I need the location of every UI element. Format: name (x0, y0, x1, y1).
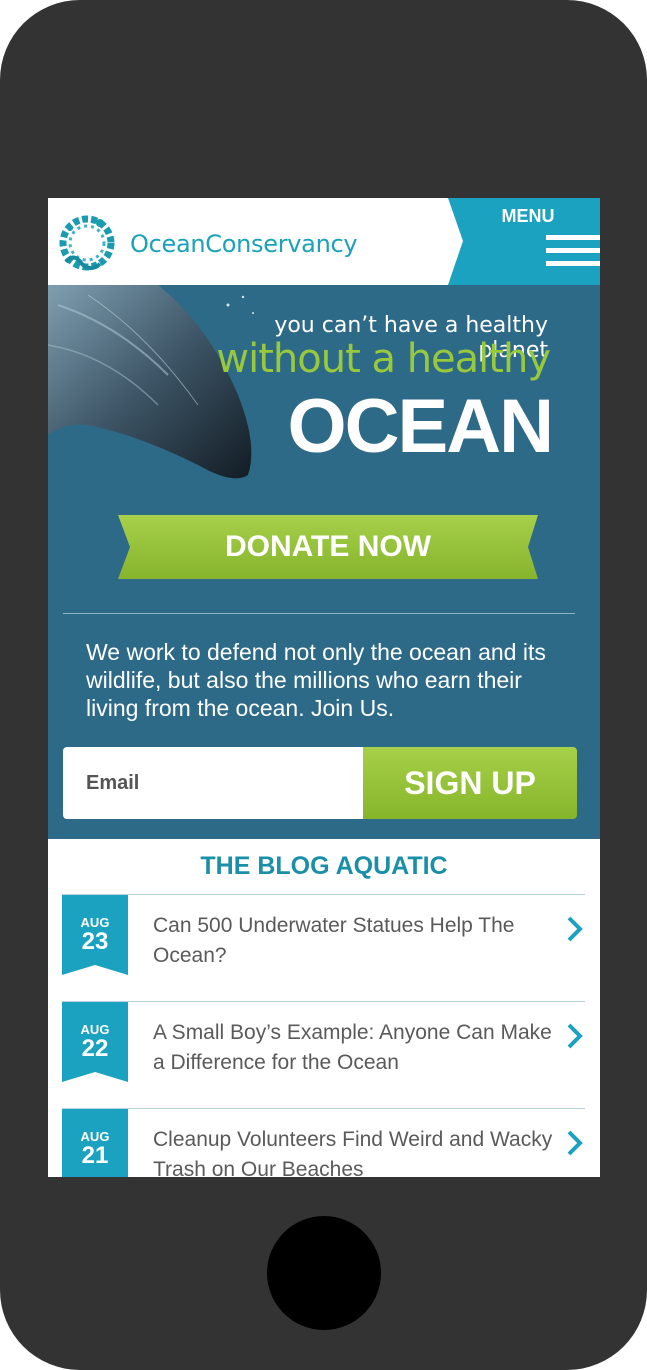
home-button[interactable] (267, 1216, 381, 1330)
date-flag: AUG 22 (62, 1002, 128, 1082)
donate-now-button[interactable]: DONATE NOW (118, 515, 538, 579)
post-day: 21 (81, 1142, 109, 1169)
ocean-conservancy-logo-icon[interactable] (54, 210, 120, 276)
hamburger-icon (546, 235, 600, 274)
menu-label: MENU (501, 206, 555, 226)
site-logo-text[interactable]: OceanConservancy (130, 230, 358, 258)
sign-up-button[interactable]: SIGN UP (363, 747, 577, 819)
date-flag: AUG 23 (62, 895, 128, 975)
blog-section: THE BLOG AQUATIC AUG 23 Can 500 Underwat… (48, 839, 600, 1177)
blog-title: THE BLOG AQUATIC (200, 852, 448, 880)
mission-statement: We work to defend not only the ocean and… (86, 639, 546, 721)
menu-button[interactable]: MENU (448, 198, 600, 285)
donate-now-label: DONATE NOW (224, 530, 432, 563)
blog-post-list: AUG 23 Can 500 Underwater Statues Help T… (62, 894, 585, 1177)
blog-post-item[interactable]: AUG 21 Cleanup Volunteers Find Weird and… (62, 1108, 585, 1177)
post-title[interactable]: Can 500 Underwater Statues Help The Ocea… (153, 911, 553, 971)
chevron-right-icon[interactable] (566, 915, 584, 943)
post-title[interactable]: Cleanup Volunteers Find Weird and Wacky … (153, 1125, 553, 1177)
screen: OceanConservancy MENU you can’t have a h… (48, 198, 600, 1177)
post-day: 22 (81, 1035, 109, 1062)
post-title[interactable]: A Small Boy’s Example: Anyone Can Make a… (153, 1018, 553, 1078)
site-header: OceanConservancy MENU (48, 198, 600, 285)
email-input[interactable] (63, 747, 363, 819)
hero-tagline-line3: OCEAN (287, 384, 554, 469)
blog-post-item[interactable]: AUG 23 Can 500 Underwater Statues Help T… (62, 894, 585, 1001)
chevron-right-icon[interactable] (566, 1129, 584, 1157)
hero-tagline-line2: without a healthy (216, 336, 551, 382)
email-signup-form: SIGN UP (63, 747, 577, 819)
phone-frame: OceanConservancy MENU you can’t have a h… (0, 0, 647, 1370)
blog-post-item[interactable]: AUG 22 A Small Boy’s Example: Anyone Can… (62, 1001, 585, 1108)
date-flag: AUG 21 (62, 1109, 128, 1177)
hero-banner: you can’t have a healthy planet without … (48, 285, 600, 839)
chevron-right-icon[interactable] (566, 1022, 584, 1050)
hero-divider (63, 613, 575, 614)
post-day: 23 (81, 928, 109, 955)
